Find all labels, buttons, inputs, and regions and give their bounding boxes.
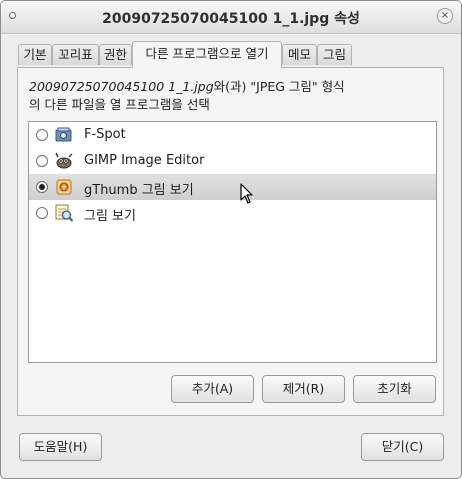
close-window-button[interactable]: × [437, 8, 453, 24]
app-radio-selected[interactable] [36, 181, 48, 193]
properties-dialog: 20090725070045100 1_1.jpg 속성 × 기본 꼬리표 권한… [0, 0, 462, 479]
desc-line-2: 의 다른 파일을 열 프로그램을 선택 [29, 97, 210, 112]
tab-permissions[interactable]: 권한 [99, 44, 132, 65]
remove-button[interactable]: 제거(R) [262, 375, 345, 403]
app-radio[interactable] [36, 207, 48, 219]
app-row-f-spot[interactable]: F-Spot [29, 122, 436, 148]
app-label: 그림 보기 [84, 209, 136, 224]
title-bar: 20090725070045100 1_1.jpg 속성 × [1, 1, 461, 34]
window-title: 20090725070045100 1_1.jpg 속성 [102, 11, 360, 27]
app-radio[interactable] [36, 129, 48, 141]
desc-text: 와(과) "JPEG 그림" 형식 [213, 79, 345, 94]
file-name: 20090725070045100 1_1.jpg [29, 79, 214, 94]
gimp-icon [55, 152, 73, 169]
f-spot-icon [55, 127, 72, 142]
reset-button[interactable]: 초기화 [353, 375, 436, 403]
tab-image[interactable]: 그림 [317, 44, 352, 65]
add-button[interactable]: 추가(A) [171, 375, 254, 403]
tab-basic[interactable]: 기본 [18, 44, 52, 65]
open-with-panel: 20090725070045100 1_1.jpg와(과) "JPEG 그림" … [17, 67, 444, 416]
app-label: gThumb 그림 보기 [84, 183, 194, 198]
open-with-description: 20090725070045100 1_1.jpg와(과) "JPEG 그림" … [29, 78, 345, 114]
tab-notes[interactable]: 메모 [282, 44, 317, 65]
application-list: F-Spot GIMP Image Editor gThumb 그림 보기 그림… [28, 121, 437, 363]
image-viewer-icon [55, 204, 74, 222]
tab-open-with[interactable]: 다른 프로그램으로 열기 [132, 41, 282, 68]
app-row-gthumb[interactable]: gThumb 그림 보기 [29, 174, 436, 200]
close-button[interactable]: 닫기(C) [361, 433, 444, 461]
mouse-pointer-icon [240, 183, 253, 204]
app-label: F-Spot [84, 127, 126, 142]
app-label: GIMP Image Editor [84, 153, 205, 168]
app-radio[interactable] [36, 155, 48, 167]
app-row-gimp[interactable]: GIMP Image Editor [29, 148, 436, 174]
tab-emblems[interactable]: 꼬리표 [52, 44, 99, 65]
help-button[interactable]: 도움말(H) [19, 433, 102, 461]
gthumb-icon [56, 179, 72, 195]
app-row-image-viewer[interactable]: 그림 보기 [29, 200, 436, 226]
